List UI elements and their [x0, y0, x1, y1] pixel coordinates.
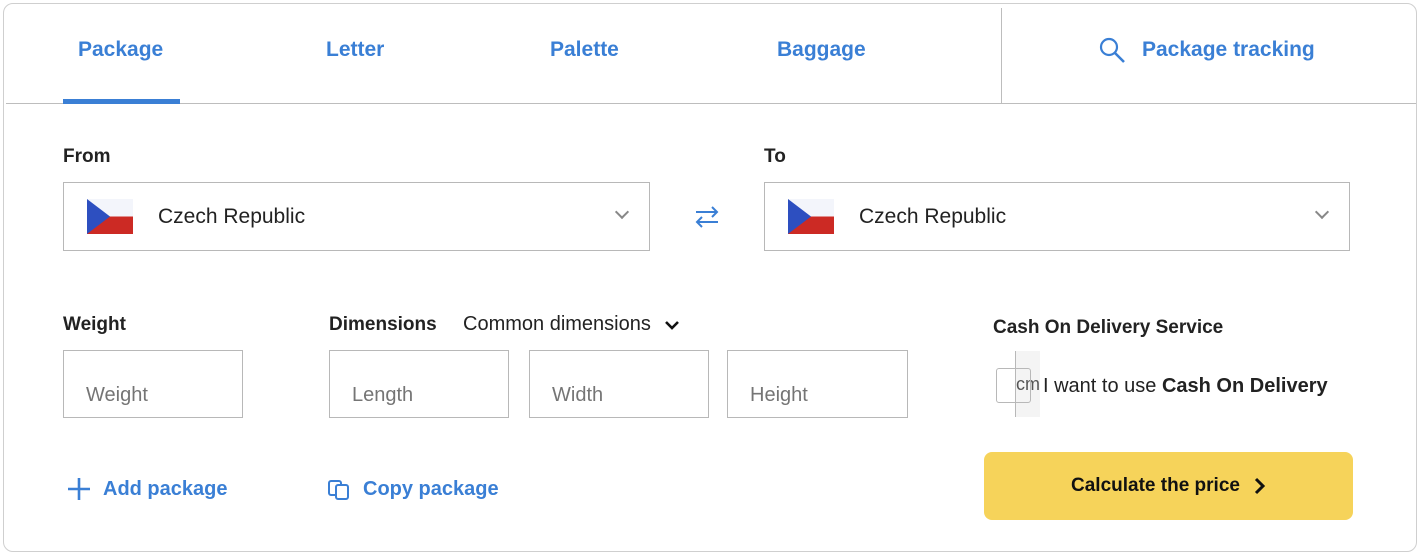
common-dimensions-label: Common dimensions — [463, 313, 651, 335]
tracking-label: Package tracking — [1142, 38, 1315, 61]
active-tab-indicator — [63, 99, 180, 104]
copy-package-button[interactable]: Copy package — [327, 477, 499, 501]
cod-bold-text: Cash On Delivery — [1161, 375, 1328, 397]
weight-field[interactable]: kg — [63, 350, 372, 418]
add-package-button[interactable]: Add package — [67, 477, 227, 501]
to-country-value: Czech Republic — [859, 205, 1007, 228]
copy-icon — [328, 480, 349, 500]
cod-option-text[interactable]: I want to use Cash On Delivery — [1043, 375, 1328, 398]
tab-palette[interactable]: Palette — [550, 38, 619, 62]
from-label: From — [63, 146, 111, 167]
plus-icon — [68, 478, 90, 500]
from-country-select[interactable]: Czech Republic — [63, 182, 650, 251]
czech-flag-icon — [87, 199, 133, 234]
tab-underline — [6, 103, 1416, 104]
copy-package-label: Copy package — [363, 477, 499, 500]
tab-baggage[interactable]: Baggage — [777, 38, 866, 62]
to-label: To — [764, 146, 786, 167]
from-country-value: Czech Republic — [158, 205, 306, 228]
tab-package[interactable]: Package — [78, 38, 163, 62]
tab-letter[interactable]: Letter — [326, 38, 384, 62]
height-input[interactable] — [728, 351, 1015, 417]
cod-checkbox[interactable] — [996, 368, 1031, 403]
swap-icon[interactable] — [694, 206, 720, 228]
width-field[interactable]: cm — [529, 350, 842, 418]
dimensions-label: Dimensions — [329, 314, 437, 335]
search-icon — [1099, 37, 1125, 63]
cod-text: I want to use — [1043, 375, 1162, 397]
common-dimensions-dropdown[interactable]: Common dimensions — [463, 313, 679, 336]
chevron-down-icon — [614, 204, 630, 220]
chevron-down-icon — [664, 320, 679, 330]
calculate-label: Calculate the price — [1071, 475, 1240, 496]
chevron-right-icon — [1254, 477, 1266, 495]
czech-flag-icon — [788, 199, 834, 234]
to-country-select[interactable]: Czech Republic — [764, 182, 1350, 251]
weight-input[interactable] — [64, 351, 351, 417]
calculate-price-button[interactable]: Calculate the price — [984, 452, 1353, 520]
weight-label: Weight — [63, 314, 126, 335]
tab-divider — [1001, 8, 1002, 104]
cod-label: Cash On Delivery Service — [993, 317, 1224, 338]
length-field[interactable]: cm — [329, 350, 642, 418]
chevron-down-icon — [1314, 204, 1330, 220]
add-package-label: Add package — [103, 477, 228, 500]
tab-package-tracking[interactable]: Package tracking — [1098, 36, 1315, 64]
height-field[interactable]: cm — [727, 350, 1040, 418]
